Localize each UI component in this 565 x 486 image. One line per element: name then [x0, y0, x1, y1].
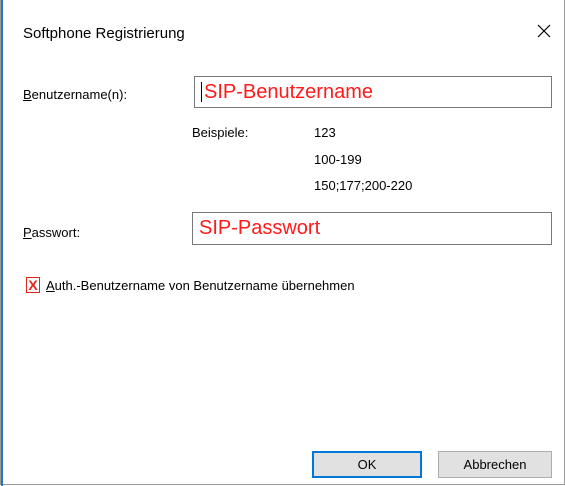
ok-button[interactable]: OK	[312, 451, 422, 478]
password-label: Passwort:	[23, 225, 80, 240]
username-label-text: enutzername(n):	[31, 87, 128, 102]
close-button[interactable]	[531, 18, 557, 44]
username-label-mnemonic: B	[23, 87, 32, 102]
example-item: 123	[314, 125, 336, 140]
title-bar: Softphone Registrierung	[1, 0, 564, 64]
password-label-mnemonic: P	[23, 225, 32, 240]
auth-label-mnemonic: A	[46, 278, 55, 293]
example-item: 100-199	[314, 152, 362, 167]
text-caret	[201, 82, 202, 102]
password-value: SIP-Passwort	[199, 217, 321, 239]
dialog-window: Softphone Registrierung Benutzername(n):…	[0, 0, 565, 486]
password-input[interactable]: SIP-Passwort	[192, 212, 552, 245]
checkbox-mark: X	[28, 277, 38, 293]
example-item: 150;177;200-220	[314, 178, 413, 193]
password-label-text: asswort:	[31, 225, 81, 240]
examples-label: Beispiele:	[192, 125, 249, 140]
auth-checkbox-label[interactable]: Auth.-Benutzername von Benutzername über…	[46, 278, 355, 293]
window-edge	[1, 0, 3, 486]
auth-label-text: uth.-Benutzername von Benutzername übern…	[54, 278, 355, 293]
username-value: SIP-Benutzername	[204, 80, 373, 103]
username-label: Benutzername(n):	[23, 87, 127, 102]
cancel-button-label: Abbrechen	[463, 457, 527, 472]
cancel-button[interactable]: Abbrechen	[438, 451, 552, 478]
window-title: Softphone Registrierung	[23, 25, 185, 42]
auth-checkbox[interactable]: X	[26, 277, 40, 293]
ok-button-label: OK	[357, 457, 377, 472]
close-icon	[537, 24, 551, 38]
username-input[interactable]: SIP-Benutzername	[194, 76, 552, 108]
